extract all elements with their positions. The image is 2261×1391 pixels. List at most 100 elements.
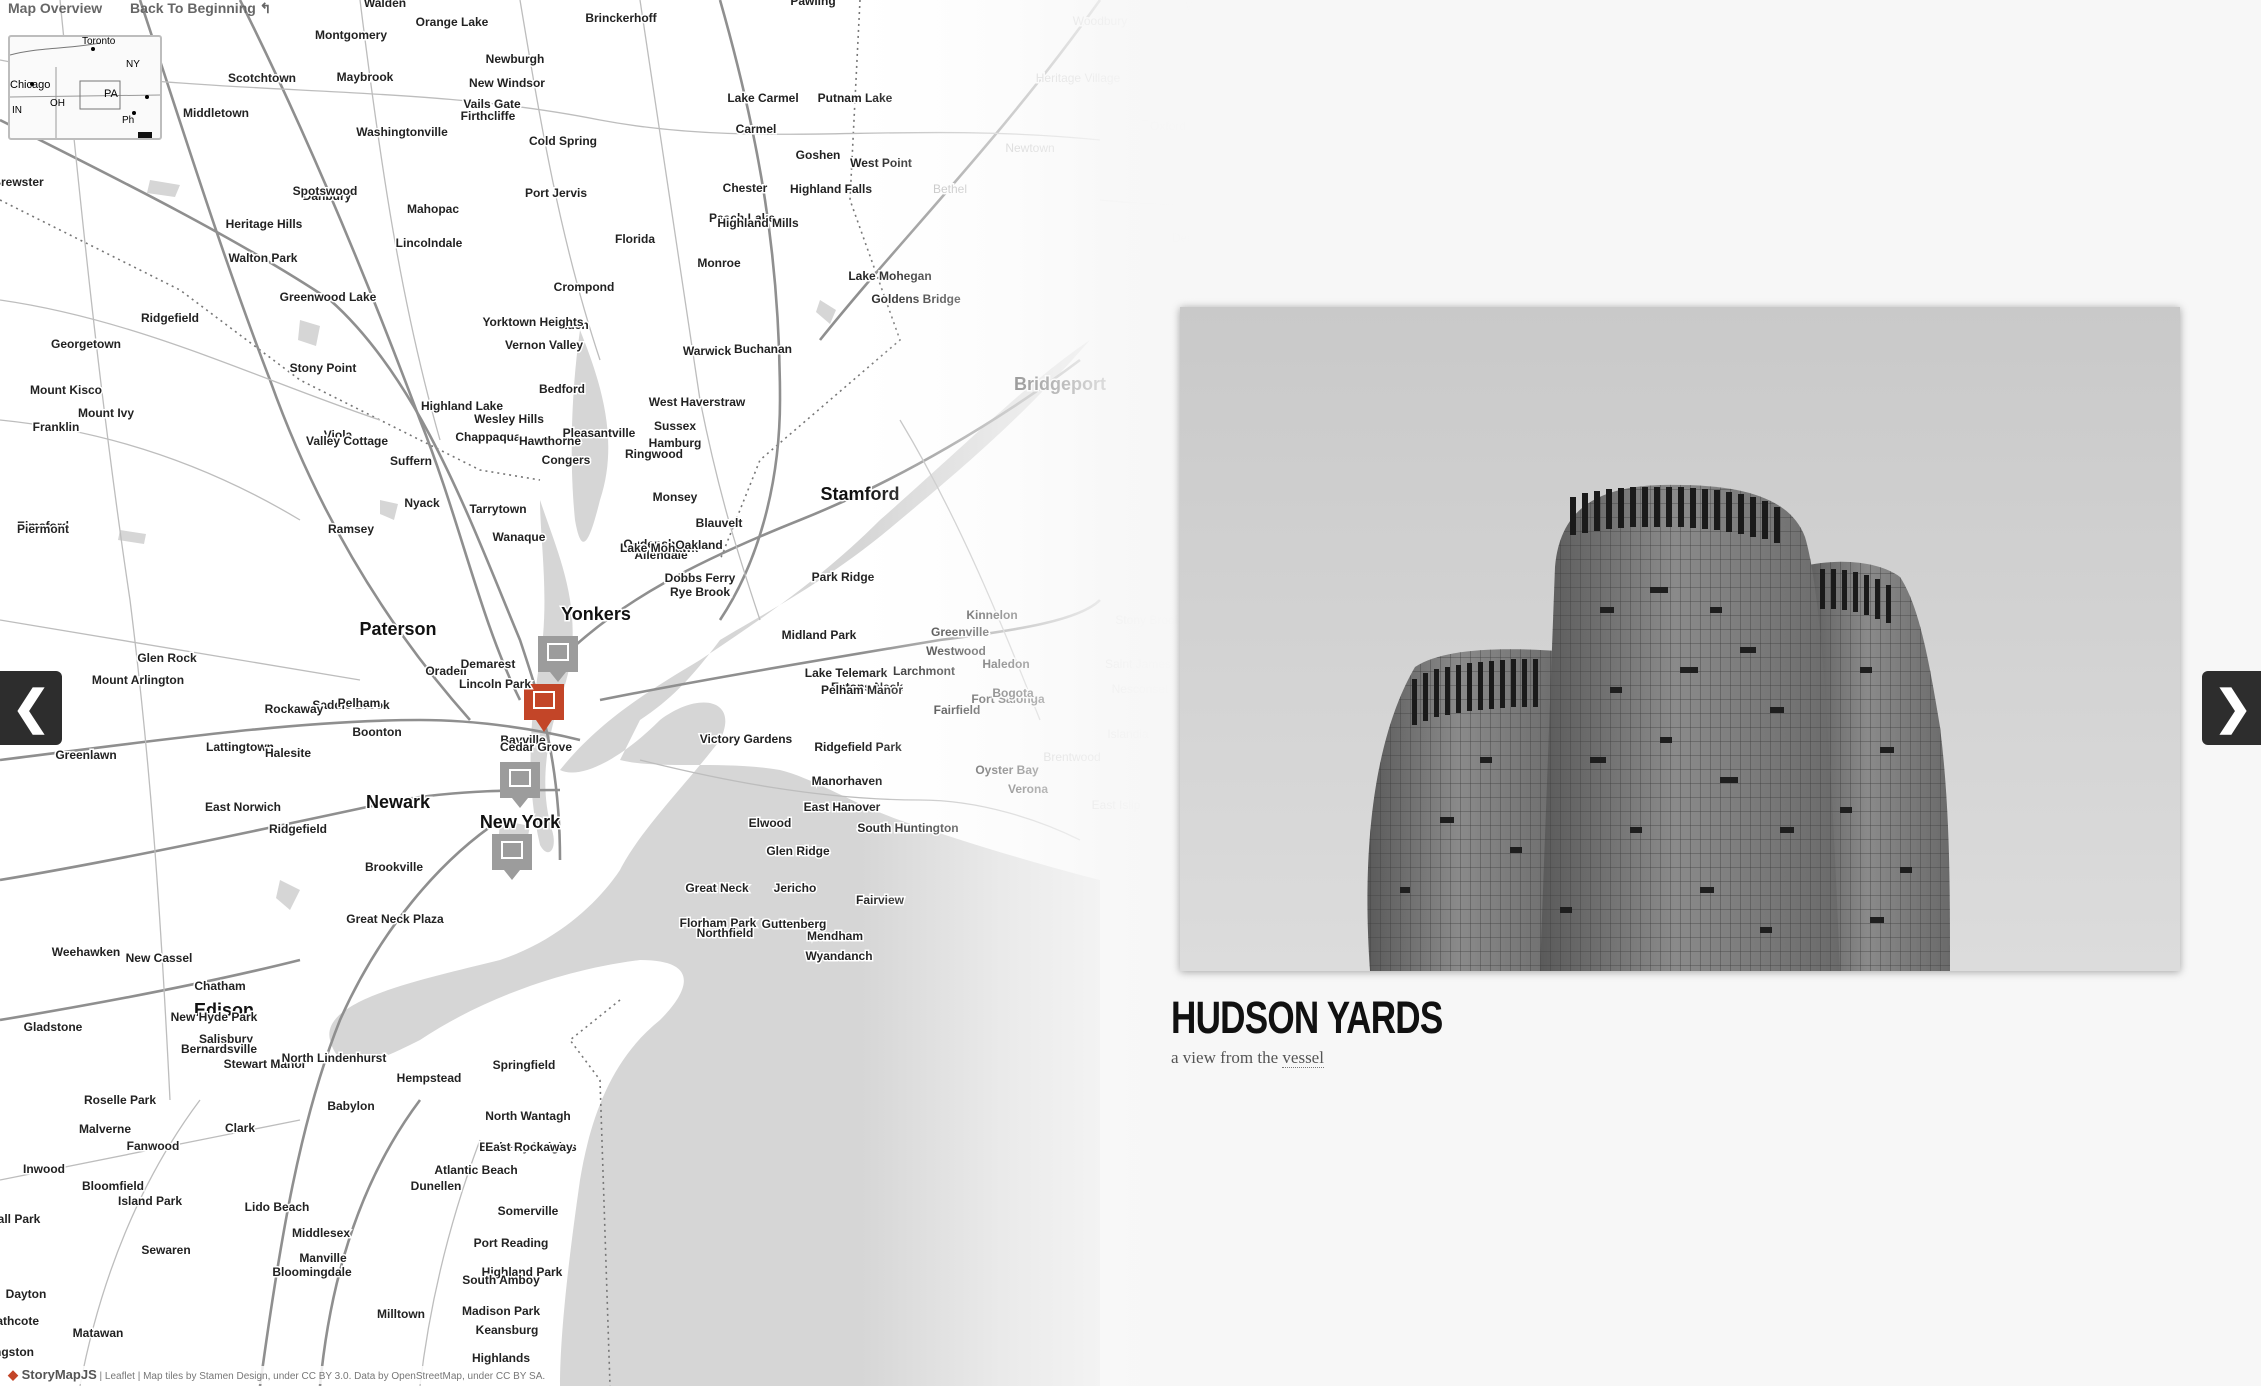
place-label: Bedford [539,382,585,396]
place-label: Preston City [1962,29,2027,43]
place-label: Lake Carmel [727,91,798,105]
place-label: New Hyde Park [171,1010,258,1024]
map-overview-link[interactable]: Map Overview [8,0,102,16]
place-label: West Haverstraw [649,395,746,409]
place-label: Chatham [194,979,245,993]
slide-description-link[interactable]: vessel [1282,1048,1324,1068]
place-label: Matawan [73,1326,124,1340]
place-label: Chester [723,181,768,195]
place-label: Boonton [352,725,401,739]
map-attribution: ◆ StoryMapJS | Leaflet | Map tiles by St… [4,1366,550,1384]
place-label: Fairview [856,893,905,907]
place-label: Moodus [1629,54,1672,68]
place-label: Chappaqua [455,430,521,444]
place-label: Glen Rock [137,651,197,665]
place-label: Putnam Lake [818,91,893,105]
place-label: Madison Park [462,1304,540,1318]
place-label: East Islip [1092,798,1141,812]
place-label: Ridgefield Park [814,740,902,754]
place-label: Hopkinton [2050,95,2104,109]
place-label: Middletown [183,106,249,120]
minimap-label: NY [126,59,140,70]
place-label: West Point [850,156,912,170]
back-to-beginning-link[interactable]: Back To Beginning ↰ [130,0,271,16]
place-label: Highland Falls [790,182,872,196]
place-label: East Rockaway [485,1140,573,1154]
place-label: Roselle Park [84,1093,156,1107]
place-label: Woodbury [1073,14,1127,28]
next-slide-button[interactable]: ❯ [2202,671,2261,745]
minimap-label: Ph [122,115,134,126]
place-label: Dayton [6,1287,47,1301]
place-label: Victory Gardens [700,732,793,746]
place-label: Mendham [807,929,863,943]
place-label: Highland Mills [717,216,799,230]
place-label: Kendall Park [0,1212,41,1226]
place-label: Monroe [697,256,741,270]
place-label: Halesite [265,746,311,760]
mini-map[interactable]: Toronto NY Chicago OH PA IN Ph [8,35,162,140]
place-label: Greenlawn [55,748,116,762]
place-label: Maybrook [337,70,394,84]
place-label: Durham [1463,74,1506,88]
storymap-brand[interactable]: ◆ StoryMapJS [8,1367,97,1382]
place-label: Carmel [736,122,777,136]
place-label: Elwood [749,816,792,830]
place-label: Ashaway [2058,131,2107,145]
place-label: Spotswood [293,184,358,198]
place-label: East Norwich [205,800,281,814]
place-label: Valley Cottage [306,434,388,448]
place-label: Piermont [17,522,69,536]
place-label: Bethel [933,182,967,196]
place-label: Pelham [338,696,381,710]
place-label: Babylon [327,1099,374,1113]
place-label: Florida [615,232,655,246]
place-label: Sussex [654,419,696,433]
slide-description-text: a view from the [1171,1048,1283,1067]
place-label: Wesley Hills [474,412,544,426]
place-label: Bradford [2072,155,2118,169]
place-label: Port Reading [474,1236,549,1250]
place-label: Congers [542,453,591,467]
previous-slide-button[interactable]: ❮ [0,671,62,745]
place-label: Stony Point [290,361,357,375]
storymap-logo-icon: ◆ [8,1367,18,1382]
place-label: Nyack [404,496,440,510]
place-label: Gladstone [24,1020,83,1034]
place-label: Charlestown [2122,170,2189,184]
place-label: Larchmont [893,664,955,678]
place-label: Uncasville [1873,120,1928,134]
place-label: Atlantic Beach [434,1163,517,1177]
place-label: Oakland [675,538,722,552]
minimap-label: PA [104,88,119,100]
place-label: Rockaway [265,702,324,716]
place-label: Tarrytown [469,502,526,516]
attribution-text: | Leaflet | Map tiles by Stamen Design, … [99,1371,546,1382]
place-label: Wanaque [493,530,546,544]
place-label: Warwick [683,344,732,358]
place-label: Cold Spring [529,134,597,148]
place-label: Verona [1008,782,1048,796]
minimap-label: Chicago [10,79,50,91]
place-label: Norwich [1903,29,1946,43]
place-label: Montgomery [315,28,387,42]
place-label: Milltown [377,1307,425,1321]
place-label: Firthcliffe [461,109,516,123]
place-label: Fairfield [934,703,981,717]
place-label: Suffern [390,454,432,468]
place-label: Demarest [461,657,516,671]
slide-title: HUDSON YARDS [1171,992,1443,1043]
place-label: Manorhaven [812,774,883,788]
place-label: Waterbury [1186,0,1241,13]
place-label: Newtown [1005,141,1054,155]
place-label: Lido Beach [245,1200,310,1214]
slide-description: a view from the vessel [1171,1048,1324,1068]
place-label: Oyster Bay [975,763,1039,777]
place-label: Lake Telemark [805,666,888,680]
place-label: Lincoln Park [459,677,531,691]
place-label: Mount Ivy [78,406,134,420]
place-label: Weehawken [52,945,120,959]
place-label: Kinnelon [966,608,1017,622]
place-label: Saint James [1105,657,1171,671]
place-label: Great Neck [685,881,749,895]
